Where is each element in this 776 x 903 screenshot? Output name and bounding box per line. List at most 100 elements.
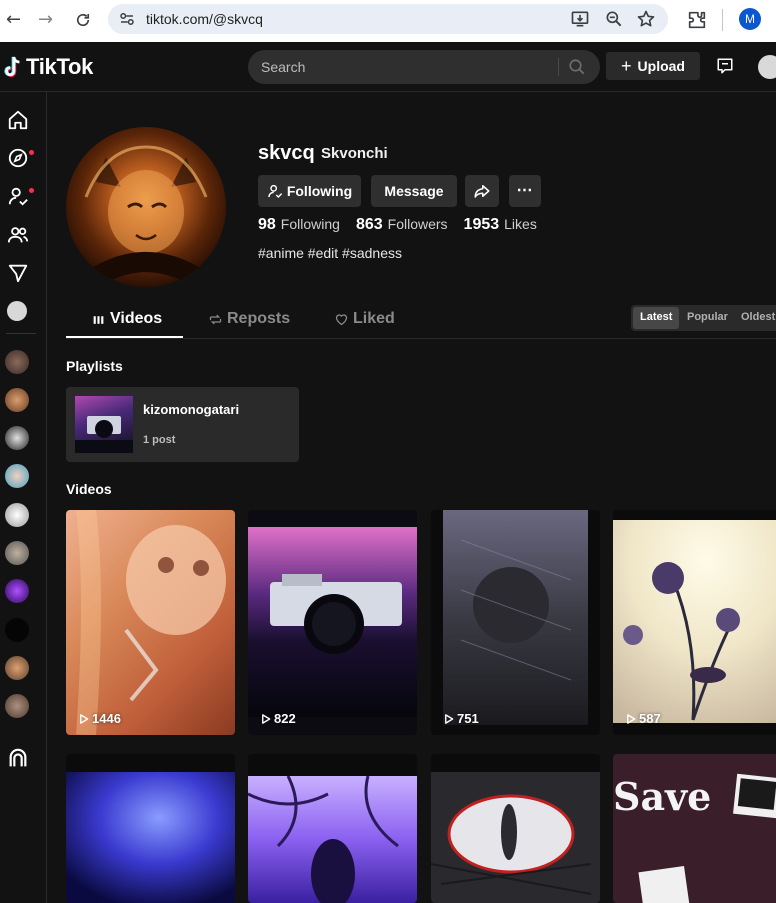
video-card[interactable]: Save [613,754,776,903]
video-view-count: 587 [625,711,661,726]
grid-icon [93,315,104,324]
reload-icon[interactable] [74,11,92,29]
video-thumbnail-art [248,775,417,903]
tiktok-logo[interactable]: TikTok [2,53,93,81]
followed-account-avatar[interactable] [5,503,29,527]
video-thumbnail-art [431,772,600,903]
notification-dot [29,188,34,193]
followed-account-avatar[interactable] [5,350,29,374]
play-icon [262,713,271,724]
home-icon[interactable] [7,109,29,131]
upload-label: Upload [637,58,685,74]
video-view-count: 751 [443,711,479,726]
upload-button[interactable]: + Upload [606,52,700,80]
likes-stat: 1953 Likes [464,216,537,234]
video-card[interactable]: 1446 [66,510,235,735]
profile-avatar-nav[interactable] [7,301,27,321]
tiktok-note-icon [4,56,20,78]
play-icon [445,713,454,724]
search-divider [558,58,559,76]
followed-account-avatar[interactable] [5,388,29,412]
followers-stat[interactable]: 863 Followers [356,216,448,234]
view-count-text: 822 [274,711,296,726]
playlist-name: kizomonogatari [143,402,240,417]
following-check-icon [268,184,283,199]
profile-avatar-art [84,145,208,286]
following-count: 98 [258,216,276,233]
play-icon [627,713,636,724]
video-overlay-text: Save [613,774,712,819]
video-view-count: 1446 [78,711,121,726]
message-button[interactable]: Message [371,175,457,207]
following-stat[interactable]: 98 Following [258,216,340,234]
sort-oldest[interactable]: Oldest [741,311,775,323]
browser-profile-avatar[interactable]: M [739,8,761,30]
bookmark-star-icon[interactable] [636,9,656,29]
explore-compass-icon[interactable] [7,147,29,169]
videos-heading: Videos [66,481,112,497]
playlist-thumbnail [75,396,133,453]
video-card[interactable]: 587 [613,510,776,735]
address-bar[interactable]: tiktok.com/@skvcq [108,4,668,34]
url-text: tiktok.com/@skvcq [146,11,263,27]
video-thumbnail-art [66,772,235,903]
video-card[interactable] [248,754,417,903]
video-card[interactable]: 751 [431,510,600,735]
playlist-card[interactable]: kizomonogatari 1 post [66,387,299,462]
sidebar-divider [6,333,36,334]
video-thumbnail-art [248,527,417,717]
tab-liked[interactable]: Liked [334,310,395,328]
profile-bio: #anime #edit #sadness [258,245,402,261]
sort-popular[interactable]: Popular [687,311,728,323]
logo-wordmark: TikTok [26,54,94,79]
search-icon[interactable] [568,58,586,76]
share-icon [474,185,490,198]
tab-reposts[interactable]: Reposts [208,310,290,328]
back-icon[interactable]: ← [6,11,21,29]
video-thumbnail-art [76,510,226,735]
followed-account-avatar[interactable] [5,694,29,718]
likes-count: 1953 [463,216,500,233]
play-icon [80,713,89,724]
site-header: TikTok Search + Upload [0,42,776,92]
followed-account-avatar[interactable] [5,618,29,642]
view-count-text: 751 [457,711,479,726]
followed-account-avatar[interactable] [5,464,29,488]
sort-latest[interactable]: Latest [640,311,672,323]
inbox-icon[interactable] [716,57,734,75]
video-card[interactable] [66,754,235,903]
video-thumbnail-art [443,510,588,725]
following-icon[interactable] [7,185,29,207]
followed-account-avatar[interactable] [5,579,29,603]
followed-account-avatar[interactable] [5,426,29,450]
following-button[interactable]: Following [258,175,361,207]
zoom-icon[interactable] [604,9,624,29]
browser-toolbar: ← → tiktok.com/@skvcq M [0,0,776,42]
playlists-heading: Playlists [66,358,123,374]
toolbar-divider [722,9,723,31]
left-sidebar [0,92,47,903]
followed-account-avatar[interactable] [5,541,29,565]
forward-icon[interactable]: → [38,11,53,29]
user-avatar[interactable] [758,55,776,79]
live-studio-icon[interactable] [7,748,29,770]
share-button[interactable] [465,175,499,207]
messages-send-icon[interactable] [7,262,29,284]
search-bar[interactable]: Search [248,50,600,84]
profile-avatar [66,127,226,287]
likes-label: Likes [504,216,537,232]
video-card[interactable] [431,754,600,903]
active-tab-indicator [66,336,183,338]
video-view-count: 822 [260,711,296,726]
video-card[interactable]: 822 [248,510,417,735]
more-options-button[interactable]: ⋯ [509,175,541,207]
extensions-icon[interactable] [686,9,708,31]
followed-account-avatar[interactable] [5,656,29,680]
install-app-icon[interactable] [570,9,590,29]
tab-videos[interactable]: Videos [92,310,162,328]
friends-icon[interactable] [7,224,29,246]
repost-icon [209,314,222,324]
tab-liked-label: Liked [353,310,395,327]
profile-nickname: Skvonchi [321,145,388,162]
site-settings-icon[interactable] [118,10,136,28]
